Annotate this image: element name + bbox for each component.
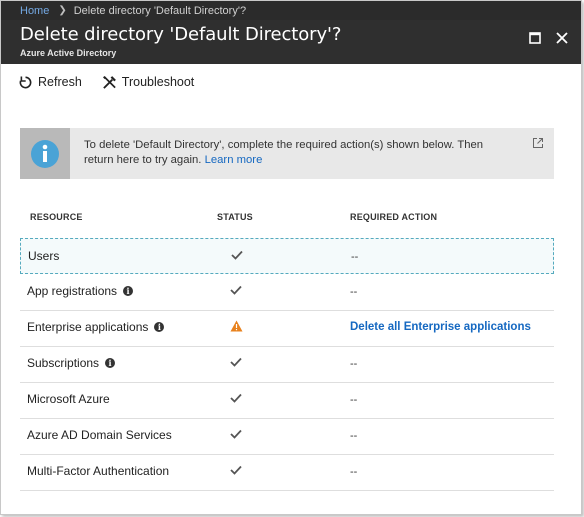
refresh-icon xyxy=(19,76,32,88)
required-action-text: -- xyxy=(350,358,358,370)
table-row[interactable]: App registrations i -- xyxy=(20,274,554,311)
checkmark-icon xyxy=(231,250,243,260)
resource-cell: Subscriptions i xyxy=(27,356,116,370)
required-action-text: -- xyxy=(350,430,358,442)
resource-cell: Azure AD Domain Services xyxy=(27,428,172,442)
learn-more-link[interactable]: Learn more xyxy=(205,154,263,166)
status-cell xyxy=(229,283,243,297)
status-cell xyxy=(229,391,243,405)
required-action-link[interactable]: Delete all Enterprise applications xyxy=(350,321,531,333)
info-icon xyxy=(31,139,59,168)
blade-window: Home ❯ Delete directory 'Default Directo… xyxy=(0,0,582,515)
close-icon xyxy=(556,32,568,44)
column-header-resource: RESOURCE xyxy=(30,212,83,222)
checkmark-icon xyxy=(230,285,242,295)
info-icon-panel xyxy=(20,128,70,179)
maximize-button[interactable] xyxy=(525,28,545,48)
toolbar: Refresh Troubleshoot xyxy=(1,64,581,100)
refresh-label: Refresh xyxy=(38,75,82,89)
required-action-text: -- xyxy=(350,466,358,478)
checkmark-icon xyxy=(230,429,242,439)
resource-name: Azure AD Domain Services xyxy=(27,428,172,442)
info-message: To delete 'Default Directory', complete … xyxy=(84,138,514,168)
tools-icon xyxy=(102,75,116,89)
status-cell xyxy=(229,463,243,477)
resource-name: Multi-Factor Authentication xyxy=(27,464,170,478)
open-external-button[interactable] xyxy=(532,136,544,154)
column-header-required-action: REQUIRED ACTION xyxy=(350,212,438,222)
warning-icon xyxy=(230,320,242,332)
status-cell xyxy=(230,248,244,262)
required-action-text: -- xyxy=(350,286,358,298)
table-row[interactable]: Enterprise applications i Delete all Enter… xyxy=(20,310,554,347)
resource-name: Microsoft Azure xyxy=(27,392,110,406)
resource-cell: Users xyxy=(28,249,59,263)
page-title: Delete directory 'Default Directory'? xyxy=(20,24,342,45)
info-icon[interactable]: i xyxy=(123,286,134,296)
checkmark-icon xyxy=(230,393,242,403)
breadcrumb-home-link[interactable]: Home xyxy=(20,5,49,17)
checkmark-icon xyxy=(230,465,242,475)
status-cell xyxy=(229,319,243,333)
close-button[interactable] xyxy=(552,28,572,48)
table-row[interactable]: Multi-Factor Authentication -- xyxy=(20,454,554,491)
refresh-button[interactable]: Refresh xyxy=(18,75,82,90)
info-message-text: To delete 'Default Directory', complete … xyxy=(84,139,484,166)
required-action-text: -- xyxy=(351,251,359,263)
resource-cell: Multi-Factor Authentication xyxy=(27,464,169,478)
table-row[interactable]: Azure AD Domain Services -- xyxy=(20,418,554,455)
resource-cell: Microsoft Azure xyxy=(27,392,110,406)
breadcrumb-current: Delete directory 'Default Directory'? xyxy=(73,4,247,17)
table-row[interactable]: Users -- xyxy=(20,238,554,274)
resource-name: Users xyxy=(28,249,60,263)
checkmark-icon xyxy=(230,357,242,367)
blade-header: Delete directory 'Default Directory'? Az… xyxy=(1,20,581,64)
info-banner: To delete 'Default Directory', complete … xyxy=(20,128,554,179)
resource-cell: Enterprise applications i xyxy=(27,320,165,334)
chevron-right-icon: ❯ xyxy=(58,5,67,16)
troubleshoot-label: Troubleshoot xyxy=(121,75,195,89)
info-icon[interactable]: i xyxy=(154,322,165,332)
resource-cell: App registrations i xyxy=(27,284,134,298)
required-action-text: -- xyxy=(350,394,358,406)
page-subtitle: Azure Active Directory xyxy=(20,48,117,58)
resource-name: Subscriptions xyxy=(27,356,100,370)
troubleshoot-button[interactable]: Troubleshoot xyxy=(102,75,195,90)
column-header-status: STATUS xyxy=(217,212,253,222)
status-cell xyxy=(229,355,243,369)
resource-name: Enterprise applications xyxy=(27,320,149,334)
table-row[interactable]: Subscriptions i -- xyxy=(20,346,554,383)
maximize-icon xyxy=(529,32,541,44)
info-icon[interactable]: i xyxy=(105,358,116,368)
resource-name: App registrations xyxy=(27,284,118,298)
breadcrumb: Home ❯ Delete directory 'Default Directo… xyxy=(1,1,581,20)
table-row[interactable]: Microsoft Azure -- xyxy=(20,382,554,419)
status-cell xyxy=(229,427,243,441)
open-external-icon xyxy=(533,138,543,148)
